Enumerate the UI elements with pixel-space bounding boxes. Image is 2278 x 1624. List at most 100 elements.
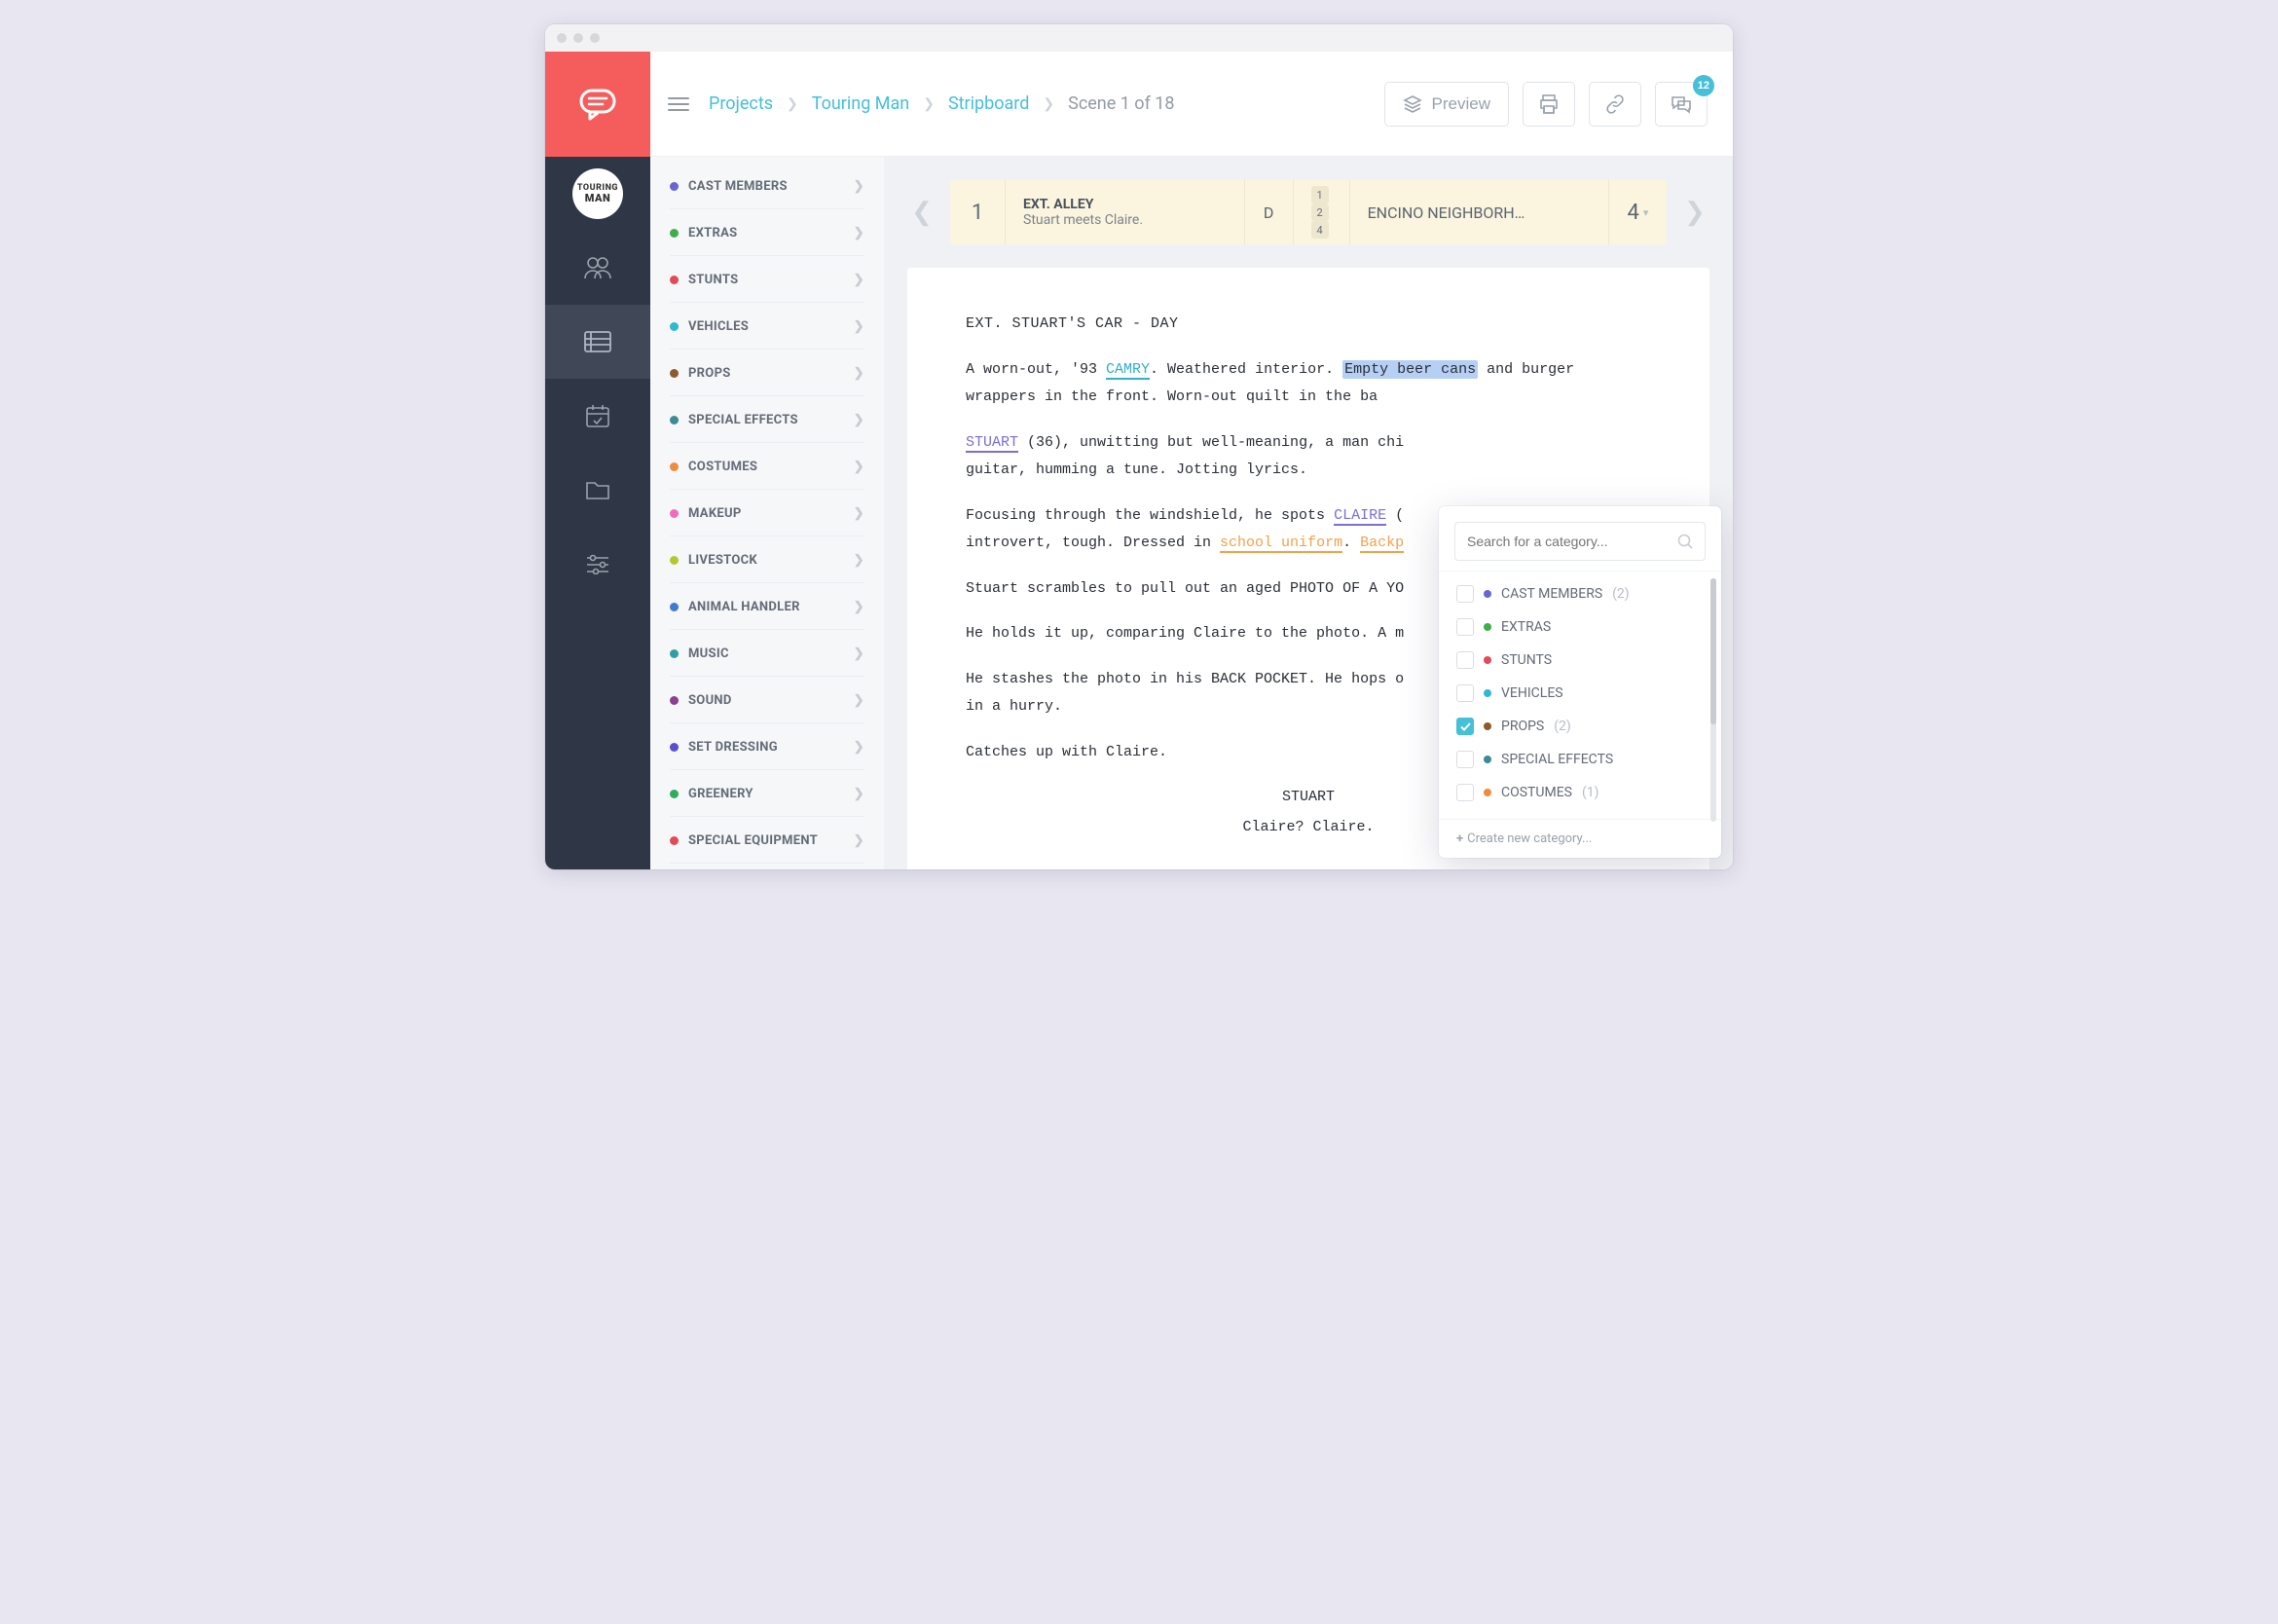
cast-id-chip: 1 xyxy=(1311,186,1329,203)
rail-item-files[interactable] xyxy=(545,453,650,527)
popover-category-item[interactable]: PROPS (2) xyxy=(1439,710,1721,743)
tag-character[interactable]: STUART xyxy=(966,434,1018,453)
crumb-scene: Scene 1 of 18 xyxy=(1068,93,1174,114)
chevron-right-icon: ❯ xyxy=(854,273,864,287)
category-label: SET DRESSING xyxy=(688,740,844,755)
tag-selected-prop[interactable]: Empty beer cans xyxy=(1342,360,1478,379)
checkbox-icon[interactable] xyxy=(1456,651,1474,669)
rail-item-settings[interactable] xyxy=(545,527,650,601)
category-label: SPECIAL EQUIPMENT xyxy=(688,833,844,848)
category-color-dot xyxy=(1484,656,1491,664)
scrollbar-track[interactable] xyxy=(1710,578,1716,822)
category-color-dot xyxy=(1484,789,1491,796)
share-link-button[interactable] xyxy=(1589,82,1641,127)
category-item[interactable]: COSTUMES❯ xyxy=(650,443,884,490)
category-color-dot xyxy=(670,416,679,424)
chevron-right-icon: ❯ xyxy=(854,413,864,427)
next-scene-button[interactable]: ❯ xyxy=(1680,180,1709,244)
category-color-dot xyxy=(670,743,679,752)
chevron-right-icon: ❯ xyxy=(787,96,798,112)
category-color-dot xyxy=(670,276,679,284)
popover-category-item[interactable]: COSTUMES (1) xyxy=(1439,776,1721,809)
category-label: GREENERY xyxy=(688,787,844,801)
popover-category-item[interactable]: CAST MEMBERS (2) xyxy=(1439,577,1721,610)
tag-costume[interactable]: Backp xyxy=(1360,535,1404,553)
category-color-dot xyxy=(670,649,679,658)
scene-pages[interactable]: 4▾ xyxy=(1608,180,1667,244)
categories-sidebar: CAST MEMBERS❯EXTRAS❯STUNTS❯VEHICLES❯PROP… xyxy=(650,157,884,869)
window-dot xyxy=(557,33,567,43)
crumb-project[interactable]: Touring Man xyxy=(812,93,910,114)
category-label: SOUND xyxy=(688,693,844,708)
category-label: SPECIAL EFFECTS xyxy=(688,413,844,427)
category-color-dot xyxy=(670,836,679,845)
hamburger-icon[interactable] xyxy=(668,97,689,111)
category-item[interactable]: LIVESTOCK❯ xyxy=(650,536,884,583)
category-item[interactable]: EXTRAS❯ xyxy=(650,209,884,256)
category-label: COSTUMES xyxy=(688,460,844,474)
rail-item-calendar[interactable] xyxy=(545,379,650,453)
scrollbar-thumb[interactable] xyxy=(1710,578,1716,724)
chevron-right-icon: ❯ xyxy=(854,366,864,381)
category-item[interactable]: SPECIAL EQUIPMENT❯ xyxy=(650,817,884,864)
create-category-button[interactable]: +Create new category... xyxy=(1439,819,1721,858)
category-item[interactable]: SPECIAL EFFECTS ❯ xyxy=(650,396,884,443)
category-item[interactable]: MAKEUP❯ xyxy=(650,490,884,536)
script-action: Claire stops. Scans his face. xyxy=(966,868,1651,869)
print-button[interactable] xyxy=(1523,82,1575,127)
tag-character[interactable]: CLAIRE xyxy=(1334,507,1386,526)
popover-category-label: EXTRAS xyxy=(1501,619,1551,635)
category-item[interactable]: CAST MEMBERS❯ xyxy=(650,163,884,209)
crumb-projects[interactable]: Projects xyxy=(709,93,773,114)
calendar-icon xyxy=(585,403,610,428)
rail-item-stripboard[interactable] xyxy=(545,305,650,379)
comments-button[interactable]: 12 xyxy=(1655,82,1708,127)
tag-costume[interactable]: school uniform xyxy=(1220,535,1342,553)
category-item[interactable]: GREENERY❯ xyxy=(650,770,884,817)
category-search[interactable] xyxy=(1454,522,1706,561)
rail-item-people[interactable] xyxy=(545,231,650,305)
category-item[interactable]: MUSIC ❯ xyxy=(650,630,884,677)
category-item[interactable]: PROPS❯ xyxy=(650,350,884,396)
popover-category-item[interactable]: EXTRAS xyxy=(1439,610,1721,644)
crumb-section[interactable]: Stripboard xyxy=(948,93,1029,114)
preview-button[interactable]: Preview xyxy=(1384,82,1509,127)
chevron-right-icon: ❯ xyxy=(854,600,864,614)
category-color-dot xyxy=(670,509,679,518)
cast-id-chip: 4 xyxy=(1311,221,1329,239)
breadcrumb: Projects ❯ Touring Man ❯ Stripboard ❯ Sc… xyxy=(709,93,1175,114)
folder-icon xyxy=(585,479,610,500)
scene-card[interactable]: 1 EXT. ALLEY Stuart meets Claire. D 124 … xyxy=(950,180,1667,244)
checkbox-icon[interactable] xyxy=(1456,585,1474,603)
category-label: MUSIC xyxy=(688,646,844,661)
popover-category-label: CAST MEMBERS xyxy=(1501,586,1602,602)
category-item[interactable]: SOUND❯ xyxy=(650,677,884,723)
prev-scene-button[interactable]: ❮ xyxy=(907,180,937,244)
category-color-dot xyxy=(670,603,679,611)
category-color-dot xyxy=(670,696,679,705)
popover-category-item[interactable]: STUNTS xyxy=(1439,644,1721,677)
checkbox-icon[interactable] xyxy=(1456,751,1474,768)
category-color-dot xyxy=(1484,689,1491,697)
category-item[interactable]: SET DRESSING❯ xyxy=(650,723,884,770)
category-item[interactable]: ANIMAL HANDLER❯ xyxy=(650,583,884,630)
category-color-dot xyxy=(670,462,679,471)
popover-category-item[interactable]: VEHICLES xyxy=(1439,677,1721,710)
category-color-dot xyxy=(670,322,679,331)
category-item[interactable]: STUNTS❯ xyxy=(650,256,884,303)
rail-project-avatar[interactable]: TOURINGMAN xyxy=(545,157,650,231)
checkbox-icon[interactable] xyxy=(1456,784,1474,801)
category-color-dot xyxy=(1484,722,1491,730)
chevron-right-icon: ❯ xyxy=(854,646,864,661)
checkbox-icon[interactable] xyxy=(1456,684,1474,702)
popover-category-item[interactable]: SPECIAL EFFECTS xyxy=(1439,743,1721,776)
chevron-right-icon: ❯ xyxy=(1043,96,1054,112)
checkbox-icon[interactable] xyxy=(1456,618,1474,636)
tag-vehicle[interactable]: CAMRY xyxy=(1106,361,1150,380)
category-item[interactable]: VEHICLES❯ xyxy=(650,303,884,350)
script-action: STUART (36), unwitting but well-meaning,… xyxy=(966,429,1651,485)
window-dot xyxy=(573,33,583,43)
checkbox-checked-icon[interactable] xyxy=(1456,718,1474,735)
app-logo[interactable] xyxy=(545,52,650,157)
category-search-input[interactable] xyxy=(1467,534,1670,549)
